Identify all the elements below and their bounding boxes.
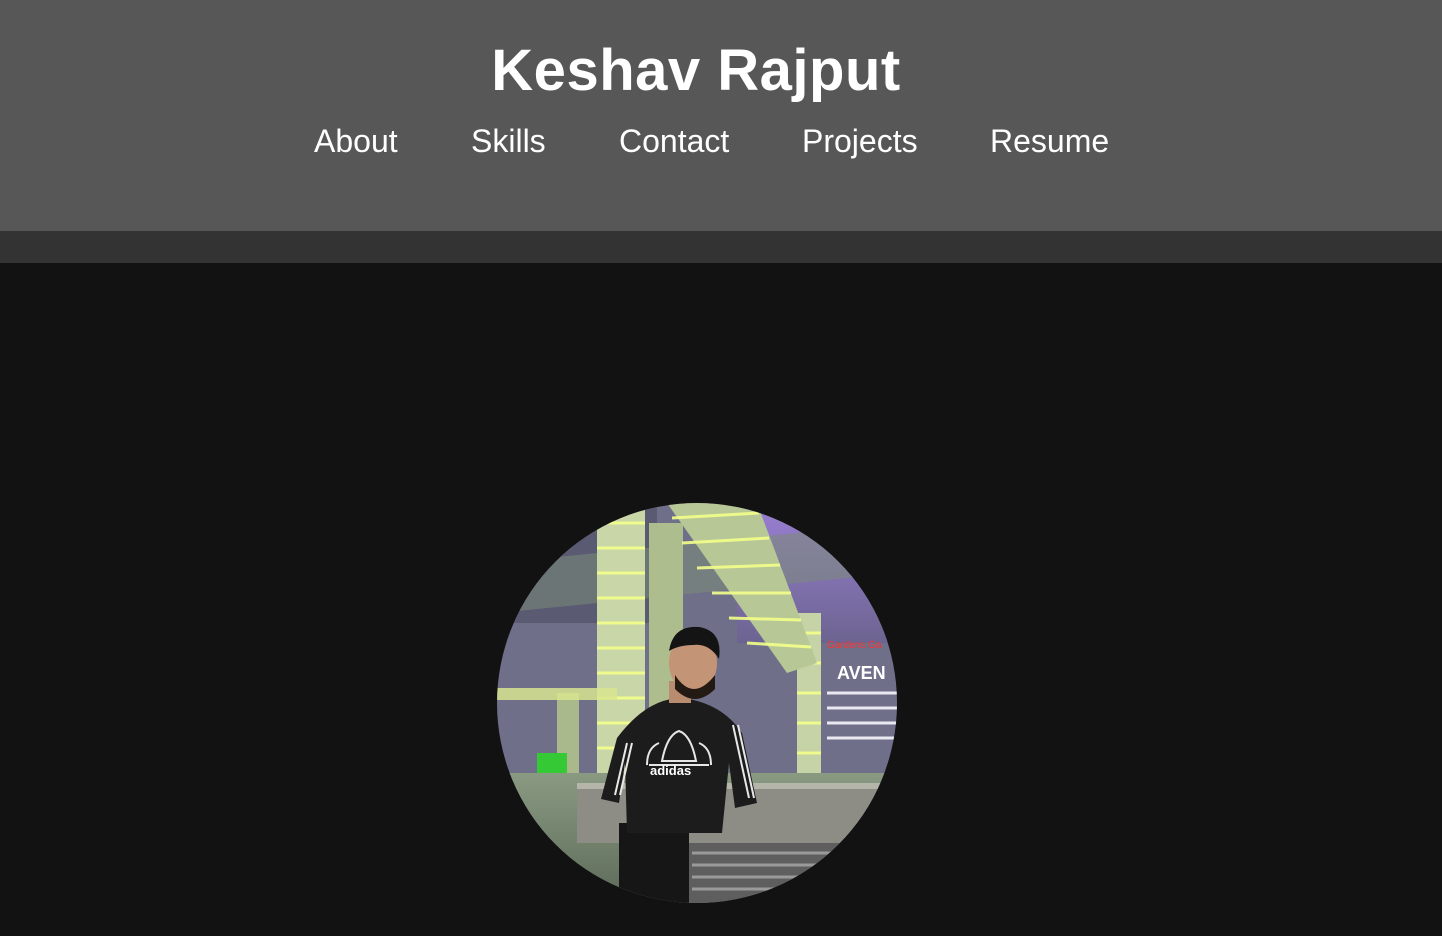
nav-projects-link[interactable]: Projects xyxy=(802,120,918,162)
nav-resume-link[interactable]: Resume xyxy=(990,120,1109,162)
profile-photo: Gardens Ga AVEN adidas xyxy=(497,503,897,903)
main-nav: About Skills Contact Projects Resume xyxy=(0,120,1442,164)
site-header: Keshav Rajput About Skills Contact Proje… xyxy=(0,0,1442,231)
header-divider-band xyxy=(0,231,1442,263)
nav-contact-link[interactable]: Contact xyxy=(619,120,729,162)
site-title: Keshav Rajput xyxy=(491,38,901,103)
nav-about-link[interactable]: About xyxy=(314,120,398,162)
profile-photo-art: Gardens Ga AVEN adidas xyxy=(497,503,897,903)
nav-skills-link[interactable]: Skills xyxy=(471,120,546,162)
hoodie-brand-text: adidas xyxy=(650,763,691,778)
sign-small-text: Gardens Ga xyxy=(827,640,882,651)
sign-text: AVEN xyxy=(837,663,886,683)
